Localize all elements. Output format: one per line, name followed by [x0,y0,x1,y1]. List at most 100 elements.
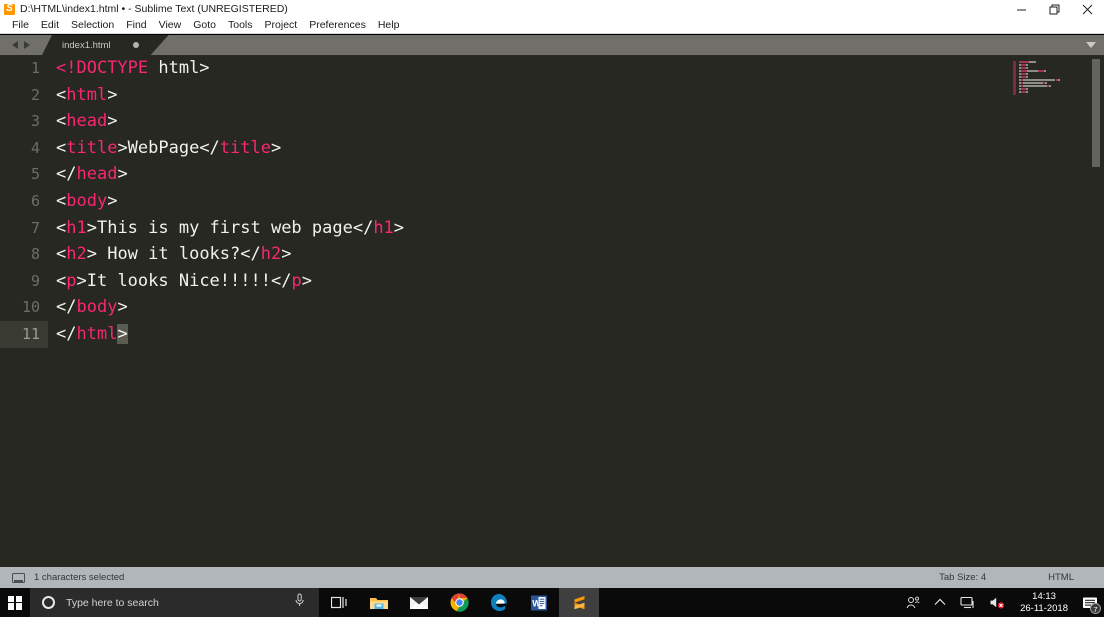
html-tag-token: h1 [66,217,87,238]
vertical-scrollbar[interactable] [1088,55,1104,567]
code-text[interactable]: <p>It looks Nice!!!!!</p> [56,268,312,295]
system-tray: 14:13 26-11-2018 7 [899,588,1104,617]
minimap-line [1025,67,1028,69]
html-text-token: > [301,270,312,291]
line-number: 9 [30,271,40,290]
menu-file[interactable]: File [6,18,35,33]
html-text-token: < [56,270,67,291]
code-line[interactable]: 5 </head> [0,161,1104,188]
html-text-token: < [56,217,67,238]
code-text[interactable]: <head> [56,108,117,135]
menu-help[interactable]: Help [372,18,406,33]
window-title: D:\HTML\index1.html • - Sublime Text (UN… [20,3,288,15]
code-line[interactable]: 8 <h2> How it looks?</h2> [0,241,1104,268]
code-text[interactable]: </body> [56,294,128,321]
menu-goto[interactable]: Goto [187,18,222,33]
menu-view[interactable]: View [153,18,188,33]
scrollbar-thumb[interactable] [1092,59,1100,167]
line-number: 6 [30,191,40,210]
sidebar-toggle-icon[interactable] [12,572,25,583]
task-view-button[interactable] [319,588,359,617]
code-text[interactable]: <title>WebPage</title> [56,135,281,162]
sublime-text-button[interactable] [559,588,599,617]
line-number: 2 [30,85,40,104]
menu-tools[interactable]: Tools [222,18,259,33]
menu-preferences[interactable]: Preferences [303,18,372,33]
code-text[interactable]: </html> [56,321,128,348]
code-line[interactable]: 11 </html> [0,320,1104,348]
minimap[interactable] [1013,59,1085,119]
code-text[interactable]: </head> [56,161,128,188]
html-tag-token: title [219,137,271,158]
minimap-line [1057,79,1060,81]
minimap-line [1025,91,1028,93]
code-content[interactable]: 1 <!DOCTYPE html> 2 <html> 3 <head> 4 <title>We… [0,55,1104,567]
html-text-token: > [107,84,118,105]
html-text-token: > [117,164,128,185]
file-explorer-button[interactable] [359,588,399,617]
code-line[interactable]: 4 <title>WebPage</title> [0,135,1104,162]
notification-count-badge: 7 [1090,603,1101,614]
mail-button[interactable] [399,588,439,617]
html-text-token: < [56,244,67,265]
minimap-line [1029,61,1037,63]
code-line[interactable]: 2 <html> [0,82,1104,109]
tab-list-dropdown[interactable] [1078,35,1104,55]
html-text-token: > [117,297,128,318]
unsaved-indicator-icon[interactable] [133,42,139,48]
show-hidden-icons-icon[interactable] [927,588,953,617]
volume-muted-icon[interactable] [982,588,1012,617]
html-tag-token: head [76,164,118,185]
code-line[interactable]: 9 <p>It looks Nice!!!!!</p> [0,268,1104,295]
previous-tab-icon[interactable] [12,41,18,49]
chevron-down-icon [1086,42,1096,48]
code-line[interactable]: 3 <head> [0,108,1104,135]
microsoft-edge-button[interactable] [479,588,519,617]
menu-selection[interactable]: Selection [65,18,120,33]
tab-index1-html[interactable]: index1.html [42,35,169,55]
html-tag-token: html [76,323,118,344]
microphone-icon[interactable] [294,593,305,613]
search-input[interactable]: Type here to search [30,588,319,617]
menu-edit[interactable]: Edit [35,18,65,33]
tab-size-status[interactable]: Tab Size: 4 [939,572,986,583]
html-tag-token: h1 [373,217,394,238]
next-tab-icon[interactable] [24,41,30,49]
code-text[interactable]: <body> [56,188,117,215]
sublime-text-icon [4,2,15,15]
tab-strip: index1.html [0,35,1104,55]
html-text-token: </ [56,297,77,318]
clock-time: 14:13 [1032,590,1056,602]
search-placeholder: Type here to search [66,596,159,609]
menu-project[interactable]: Project [259,18,304,33]
minimap-line [1025,73,1028,75]
html-tag-token: p [291,270,302,291]
selected-character: > [117,323,128,344]
clock-date: 26-11-2018 [1020,602,1068,614]
code-text[interactable]: <h2> How it looks?</h2> [56,241,291,268]
code-text[interactable]: <!DOCTYPE html> [56,55,210,82]
status-bar: 1 characters selected Tab Size: 4 HTML [0,567,1104,588]
close-button[interactable] [1071,0,1104,18]
start-button[interactable] [0,588,30,617]
network-icon[interactable] [953,588,982,617]
title-bar: D:\HTML\index1.html • - Sublime Text (UN… [0,0,1104,18]
notification-center-button[interactable]: 7 [1076,588,1104,617]
syntax-status[interactable]: HTML [1048,572,1074,583]
minimize-button[interactable] [1005,0,1038,18]
google-chrome-button[interactable] [439,588,479,617]
code-text[interactable]: <h1>This is my first web page</h1> [56,215,404,242]
people-icon[interactable] [899,588,927,617]
code-line[interactable]: 7 <h1>This is my first web page</h1> [0,215,1104,242]
code-line[interactable]: 1 <!DOCTYPE html> [0,55,1104,82]
code-line[interactable]: 10 </body> [0,294,1104,321]
menu-find[interactable]: Find [120,18,152,33]
code-editor[interactable]: 1 <!DOCTYPE html> 2 <html> 3 <head> 4 <title>We… [0,55,1104,567]
microsoft-word-button[interactable]: W [519,588,559,617]
clock[interactable]: 14:13 26-11-2018 [1012,588,1076,617]
restore-button[interactable] [1038,0,1071,18]
line-number: 10 [21,298,40,317]
minimap-line [1025,76,1028,78]
code-line[interactable]: 6 <body> [0,188,1104,215]
code-text[interactable]: <html> [56,82,117,109]
